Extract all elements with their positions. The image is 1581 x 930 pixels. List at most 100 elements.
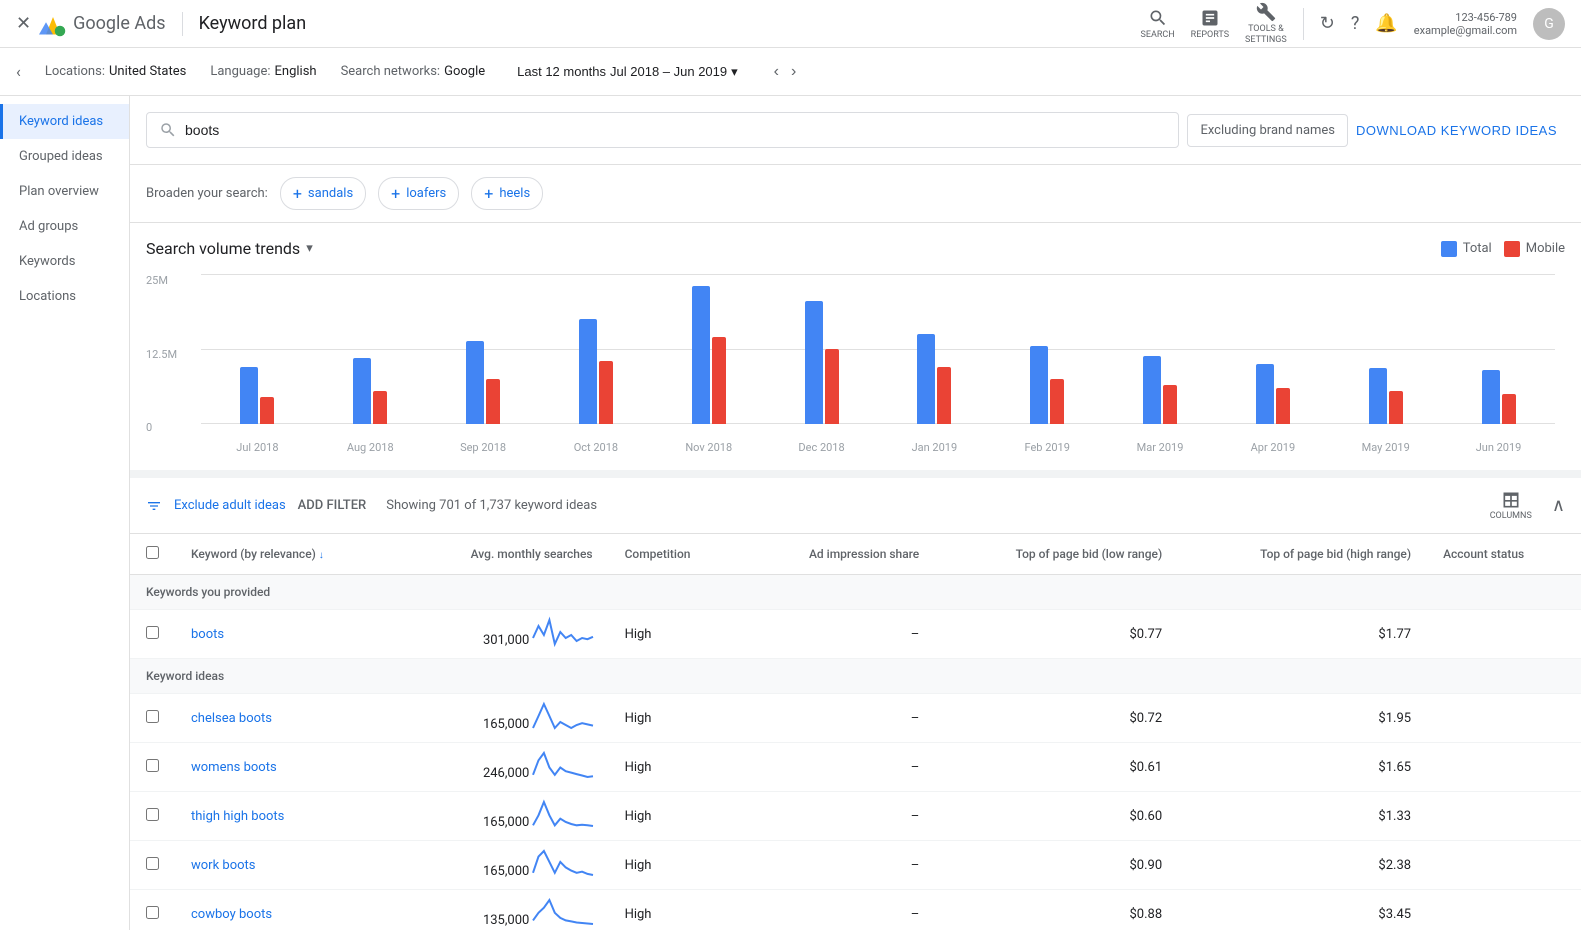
- ad-impression-cell: –: [742, 610, 936, 659]
- top-bid-high-header[interactable]: Top of page bid (high range): [1178, 534, 1427, 575]
- date-range-button[interactable]: Last 12 months Jul 2018 – Jun 2019 ▾: [509, 60, 746, 84]
- collapse-button[interactable]: ∧: [1552, 495, 1565, 516]
- row-checkbox[interactable]: [146, 626, 159, 639]
- mobile-bar: [1163, 385, 1177, 424]
- sidebar-item-keywords[interactable]: Keywords: [0, 244, 129, 279]
- broaden-heels-tag[interactable]: + heels: [471, 177, 543, 210]
- keyword-header-label: Keyword (by relevance): [191, 547, 316, 561]
- columns-label: COLUMNS: [1490, 511, 1532, 521]
- total-bar: [917, 334, 935, 424]
- month-bar-group: [765, 301, 878, 424]
- avg-monthly-cell: 165,000: [399, 792, 608, 841]
- competition-header[interactable]: Competition: [609, 534, 742, 575]
- total-bar: [579, 319, 597, 424]
- total-bar: [1030, 346, 1048, 424]
- download-keyword-ideas-button[interactable]: DOWNLOAD KEYWORD IDEAS: [1348, 115, 1565, 146]
- avg-monthly-cell: 165,000: [399, 694, 608, 743]
- table-body: Keywords you providedboots301,000 High–$…: [130, 575, 1581, 930]
- user-avatar[interactable]: G: [1533, 8, 1565, 40]
- chart-area: 25M 12.5M 0 Jul 2018Aug 2018Sep 2018Oct …: [146, 274, 1565, 454]
- sidebar-item-keyword-ideas[interactable]: Keyword ideas: [0, 104, 129, 139]
- select-all-checkbox[interactable]: [146, 546, 159, 559]
- sidebar-item-locations[interactable]: Locations: [0, 279, 129, 314]
- close-icon[interactable]: ✕: [16, 13, 31, 34]
- reports-nav-btn[interactable]: REPORTS: [1191, 8, 1229, 40]
- row-checkbox[interactable]: [146, 759, 159, 772]
- x-label: Aug 2018: [314, 441, 427, 454]
- top-nav: ✕ Google Ads Keyword plan SEARCH REPORTS…: [0, 0, 1581, 48]
- exclude-brand-button[interactable]: Excluding brand names: [1187, 114, 1348, 147]
- search-icon: [1148, 8, 1168, 28]
- avg-monthly-cell: 165,000: [399, 841, 608, 890]
- account-status-header[interactable]: Account status: [1427, 534, 1581, 575]
- language-value[interactable]: English: [275, 64, 317, 79]
- top-bid-low-cell: $0.72: [935, 694, 1178, 743]
- sparkline-chart: [533, 620, 593, 644]
- keyword-cell: cowboy boots: [175, 890, 399, 930]
- columns-button[interactable]: COLUMNS: [1490, 490, 1532, 521]
- search-box[interactable]: [146, 112, 1179, 148]
- mobile-bar: [599, 361, 613, 424]
- table-section: Exclude adult ideas ADD FILTER Showing 7…: [130, 478, 1581, 930]
- tools-nav-btn[interactable]: TOOLS &SETTINGS: [1245, 2, 1287, 46]
- row-checkbox[interactable]: [146, 808, 159, 821]
- tools-icon: [1256, 2, 1276, 22]
- avg-monthly-header[interactable]: Avg. monthly searches: [399, 534, 608, 575]
- chart-dropdown-icon[interactable]: ▾: [306, 241, 313, 256]
- sidebar-toggle-icon[interactable]: ‹: [16, 62, 21, 81]
- mobile-bar: [1502, 394, 1516, 424]
- avg-monthly-cell: 301,000: [399, 610, 608, 659]
- select-all-header[interactable]: [130, 534, 175, 575]
- row-checkbox[interactable]: [146, 857, 159, 870]
- broaden-loafers-tag[interactable]: + loafers: [378, 177, 459, 210]
- keyword-search-input[interactable]: [185, 122, 1166, 138]
- x-label: Jul 2018: [201, 441, 314, 454]
- total-bar: [1143, 356, 1161, 424]
- sidebar-keywords-label: Keywords: [19, 254, 75, 269]
- total-bar: [240, 367, 258, 424]
- date-next-button[interactable]: ›: [787, 59, 800, 85]
- network-value[interactable]: Google: [444, 64, 485, 79]
- table-row: thigh high boots165,000 High–$0.60$1.33: [130, 792, 1581, 841]
- month-bar-group: [314, 358, 427, 424]
- locations-value[interactable]: United States: [109, 64, 186, 79]
- top-bid-low-header[interactable]: Top of page bid (low range): [935, 534, 1178, 575]
- top-bid-high-cell: $1.33: [1178, 792, 1427, 841]
- mobile-bar: [260, 397, 274, 424]
- reports-icon: [1200, 8, 1220, 28]
- ad-impression-cell: –: [742, 743, 936, 792]
- help-icon[interactable]: ?: [1351, 13, 1360, 34]
- competition-cell: High: [609, 694, 742, 743]
- keyword-cell: womens boots: [175, 743, 399, 792]
- sparkline-chart: [533, 704, 593, 728]
- total-bar: [1482, 370, 1500, 424]
- top-bid-low-cell: $0.88: [935, 890, 1178, 930]
- date-prev-button[interactable]: ‹: [770, 59, 783, 85]
- search-nav-btn[interactable]: SEARCH: [1141, 8, 1175, 40]
- add-filter-button[interactable]: ADD FILTER: [298, 498, 367, 513]
- sidebar-item-ad-groups[interactable]: Ad groups: [0, 209, 129, 244]
- tools-nav-label: TOOLS &SETTINGS: [1245, 24, 1287, 46]
- keyword-header[interactable]: Keyword (by relevance) ↓: [175, 534, 399, 575]
- row-checkbox[interactable]: [146, 710, 159, 723]
- x-label: Dec 2018: [765, 441, 878, 454]
- x-label: Apr 2019: [1216, 441, 1329, 454]
- mobile-bar: [1276, 388, 1290, 424]
- x-label: Feb 2019: [991, 441, 1104, 454]
- row-checkbox[interactable]: [146, 906, 159, 919]
- refresh-icon[interactable]: ↻: [1320, 13, 1335, 34]
- sparkline-chart: [533, 851, 593, 875]
- notifications-icon[interactable]: 🔔: [1375, 13, 1397, 34]
- language-label: Language:: [210, 64, 270, 79]
- month-bar-group: [1104, 356, 1217, 424]
- sidebar-item-grouped-ideas[interactable]: Grouped ideas: [0, 139, 129, 174]
- month-bar-group: [652, 286, 765, 424]
- section-header-row: Keywords you provided: [130, 575, 1581, 610]
- sidebar-keyword-ideas-label: Keyword ideas: [19, 114, 103, 129]
- sidebar-item-plan-overview[interactable]: Plan overview: [0, 174, 129, 209]
- ad-impression-header[interactable]: Ad impression share: [742, 534, 936, 575]
- exclude-adult-link[interactable]: Exclude adult ideas: [174, 498, 286, 513]
- broaden-sandals-tag[interactable]: + sandals: [280, 177, 366, 210]
- ad-impression-cell: –: [742, 890, 936, 930]
- month-bar-group: [1216, 364, 1329, 424]
